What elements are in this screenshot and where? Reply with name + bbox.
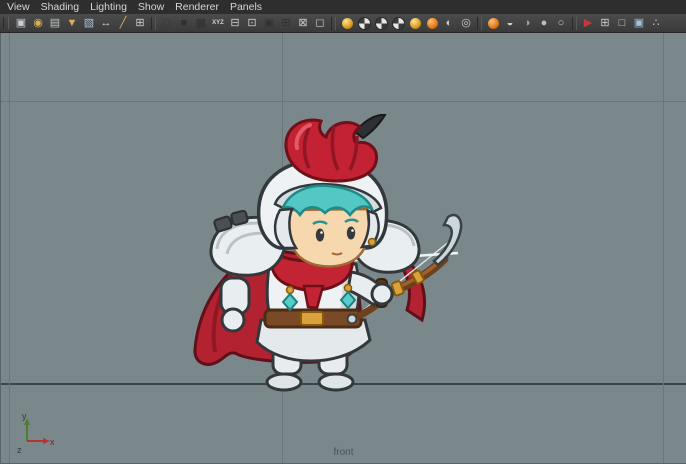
film-gate-icon[interactable]: ⊟ bbox=[227, 16, 243, 31]
grid-line-vertical-right bbox=[663, 33, 664, 463]
x-axis-label: x bbox=[50, 437, 55, 447]
panel-menu-bar: View Shading Lighting Show Renderer Pane… bbox=[0, 0, 686, 14]
grid-line-horizontal-upper bbox=[1, 101, 686, 102]
face bbox=[286, 207, 371, 268]
toolbar-separator bbox=[331, 16, 336, 30]
safe-action-icon[interactable]: ⊠ bbox=[295, 16, 311, 31]
wireframe-icon[interactable]: □ bbox=[159, 16, 175, 31]
ipr-icon[interactable]: ◐ bbox=[441, 16, 457, 31]
y-axis-label: y bbox=[22, 411, 27, 421]
snapshot-icon[interactable]: ◎ bbox=[458, 16, 474, 31]
ambient-occlusion-icon[interactable] bbox=[373, 16, 389, 31]
safe-title-icon[interactable]: ◻ bbox=[312, 16, 328, 31]
outline-sphere-icon[interactable]: ○ bbox=[553, 16, 569, 31]
camera-attributes-icon[interactable]: ▤ bbox=[47, 16, 63, 31]
left-arm bbox=[219, 276, 251, 333]
menu-view[interactable]: View bbox=[7, 0, 30, 14]
pan-zoom-icon[interactable]: ↔ bbox=[98, 16, 114, 31]
half-shade-icon[interactable]: ◑ bbox=[519, 16, 535, 31]
toolbar-separator bbox=[572, 16, 577, 30]
grid-toggle-icon[interactable]: ⊞ bbox=[132, 16, 148, 31]
xray-icon[interactable]: ◒ bbox=[502, 16, 518, 31]
shadows-icon[interactable] bbox=[356, 16, 372, 31]
menu-show[interactable]: Show bbox=[138, 0, 164, 14]
xyz-icon[interactable]: XYZ bbox=[210, 16, 226, 31]
camera-select-icon[interactable]: ▣ bbox=[13, 16, 29, 31]
gate-mask-icon[interactable]: ▣ bbox=[261, 16, 277, 31]
toolbar-separator bbox=[151, 16, 156, 30]
sphere-display-icon[interactable]: ● bbox=[536, 16, 552, 31]
texture-sphere-icon[interactable] bbox=[424, 16, 440, 31]
menu-lighting[interactable]: Lighting bbox=[90, 0, 127, 14]
camera-lock-icon[interactable]: ◉ bbox=[30, 16, 46, 31]
toolbar-separator bbox=[477, 16, 482, 30]
plume bbox=[284, 114, 387, 183]
viewport[interactable]: front y x z bbox=[0, 33, 686, 464]
isolate-select-icon[interactable] bbox=[485, 16, 501, 31]
camera-label: front bbox=[333, 447, 354, 458]
menu-panels[interactable]: Panels bbox=[230, 0, 262, 14]
textured-icon[interactable]: ▩ bbox=[193, 16, 209, 31]
resolution-gate-icon[interactable]: ⊡ bbox=[244, 16, 260, 31]
menu-renderer[interactable]: Renderer bbox=[175, 0, 219, 14]
subdiv-grid-icon[interactable]: ⊞ bbox=[597, 16, 613, 31]
bookmark-icon[interactable]: ▼ bbox=[64, 16, 80, 31]
lighting-icon[interactable] bbox=[339, 16, 355, 31]
z-axis-label: z bbox=[17, 445, 22, 455]
axis-gizmo: y x z bbox=[17, 411, 55, 455]
toolbar-grip[interactable] bbox=[3, 17, 9, 29]
field-chart-icon[interactable]: ⊞ bbox=[278, 16, 294, 31]
layer-stack-icon[interactable]: ▣ bbox=[631, 16, 647, 31]
grease-pencil-icon[interactable]: ╱ bbox=[115, 16, 131, 31]
shaded-icon[interactable]: ■ bbox=[176, 16, 192, 31]
menu-shading[interactable]: Shading bbox=[41, 0, 80, 14]
knight-character[interactable] bbox=[171, 114, 481, 404]
plane-icon[interactable]: □ bbox=[614, 16, 630, 31]
image-plane-icon[interactable]: ▧ bbox=[81, 16, 97, 31]
pick-icon[interactable]: ▶ bbox=[580, 16, 596, 31]
grid-line-vertical-left bbox=[9, 33, 10, 463]
panel-toolbar: ▣ ◉ ▤ ▼ ▧ ↔ ╱ ⊞ □ ■ ▩ XYZ ⊟ ⊡ ▣ ⊞ ⊠ ◻ ◐ ◎ ◒ ◑ ● ○ ▶ ⊞ □ ▣ ∴ bbox=[0, 14, 686, 33]
render-globals-icon[interactable] bbox=[407, 16, 423, 31]
share-icon[interactable]: ∴ bbox=[648, 16, 664, 31]
maya-panel: View Shading Lighting Show Renderer Pane… bbox=[0, 0, 686, 464]
motion-blur-icon[interactable] bbox=[390, 16, 406, 31]
